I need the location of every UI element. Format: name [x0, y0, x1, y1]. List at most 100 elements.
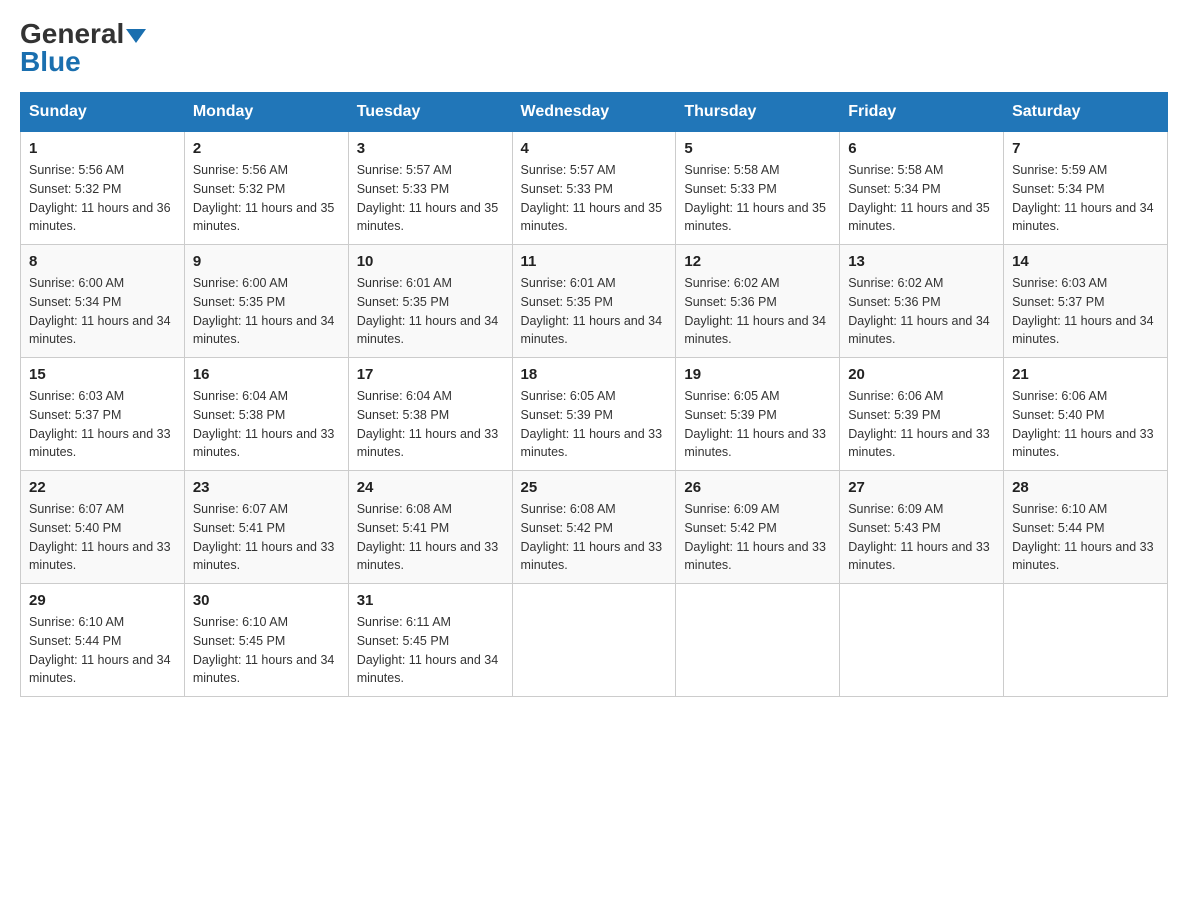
calendar-cell: 8 Sunrise: 6:00 AMSunset: 5:34 PMDaylight… [21, 245, 185, 358]
day-info: Sunrise: 5:59 AMSunset: 5:34 PMDaylight:… [1012, 163, 1154, 233]
day-info: Sunrise: 6:04 AMSunset: 5:38 PMDaylight:… [357, 389, 499, 459]
day-info: Sunrise: 6:11 AMSunset: 5:45 PMDaylight:… [357, 615, 499, 685]
calendar-table: SundayMondayTuesdayWednesdayThursdayFrid… [20, 92, 1168, 697]
calendar-cell: 20Sunrise: 6:06 AMSunset: 5:39 PMDayligh… [840, 358, 1004, 471]
day-info: Sunrise: 5:58 AMSunset: 5:34 PMDaylight:… [848, 163, 990, 233]
calendar-cell: 29 Sunrise: 6:10 AMSunset: 5:44 PMDayligh… [21, 584, 185, 697]
day-info: Sunrise: 6:06 AMSunset: 5:39 PMDaylight:… [848, 389, 990, 459]
day-number: 1 [29, 140, 176, 157]
day-number: 5 [684, 140, 831, 157]
day-info: Sunrise: 6:02 AMSunset: 5:36 PMDaylight:… [848, 276, 990, 346]
day-info: Sunrise: 6:05 AMSunset: 5:39 PMDaylight:… [684, 389, 826, 459]
day-info: Sunrise: 6:00 AMSunset: 5:34 PMDaylight:… [29, 276, 171, 346]
calendar-cell: 25 Sunrise: 6:08 AMSunset: 5:42 PMDayligh… [512, 471, 676, 584]
calendar-cell: 28 Sunrise: 6:10 AMSunset: 5:44 PMDayligh… [1004, 471, 1168, 584]
calendar-cell: 1 Sunrise: 5:56 AMSunset: 5:32 PMDaylight… [21, 132, 185, 245]
day-number: 8 [29, 253, 176, 270]
day-number: 15 [29, 366, 176, 383]
day-number: 22 [29, 479, 176, 496]
day-info: Sunrise: 6:06 AMSunset: 5:40 PMDaylight:… [1012, 389, 1154, 459]
calendar-cell: 7 Sunrise: 5:59 AMSunset: 5:34 PMDaylight… [1004, 132, 1168, 245]
day-info: Sunrise: 6:03 AMSunset: 5:37 PMDaylight:… [1012, 276, 1154, 346]
day-number: 17 [357, 366, 504, 383]
day-info: Sunrise: 5:56 AMSunset: 5:32 PMDaylight:… [193, 163, 335, 233]
calendar-cell: 10Sunrise: 6:01 AMSunset: 5:35 PMDayligh… [348, 245, 512, 358]
calendar-cell: 3Sunrise: 5:57 AMSunset: 5:33 PMDaylight… [348, 132, 512, 245]
calendar-cell: 9 Sunrise: 6:00 AMSunset: 5:35 PMDaylight… [184, 245, 348, 358]
day-info: Sunrise: 6:07 AMSunset: 5:41 PMDaylight:… [193, 502, 335, 572]
calendar-cell [1004, 584, 1168, 697]
calendar-cell: 17 Sunrise: 6:04 AMSunset: 5:38 PMDayligh… [348, 358, 512, 471]
day-number: 6 [848, 140, 995, 157]
day-info: Sunrise: 6:03 AMSunset: 5:37 PMDaylight:… [29, 389, 171, 459]
day-info: Sunrise: 6:08 AMSunset: 5:42 PMDaylight:… [521, 502, 663, 572]
day-number: 13 [848, 253, 995, 270]
day-number: 31 [357, 592, 504, 609]
day-number: 2 [193, 140, 340, 157]
calendar-cell: 12 Sunrise: 6:02 AMSunset: 5:36 PMDayligh… [676, 245, 840, 358]
day-number: 25 [521, 479, 668, 496]
day-number: 12 [684, 253, 831, 270]
calendar-cell [676, 584, 840, 697]
day-info: Sunrise: 6:10 AMSunset: 5:44 PMDaylight:… [1012, 502, 1154, 572]
day-info: Sunrise: 6:02 AMSunset: 5:36 PMDaylight:… [684, 276, 826, 346]
calendar-cell: 4Sunrise: 5:57 AMSunset: 5:33 PMDaylight… [512, 132, 676, 245]
day-info: Sunrise: 6:05 AMSunset: 5:39 PMDaylight:… [521, 389, 663, 459]
calendar-cell: 6 Sunrise: 5:58 AMSunset: 5:34 PMDaylight… [840, 132, 1004, 245]
day-info: Sunrise: 6:09 AMSunset: 5:43 PMDaylight:… [848, 502, 990, 572]
day-info: Sunrise: 5:58 AMSunset: 5:33 PMDaylight:… [684, 163, 826, 233]
calendar-week-3: 15 Sunrise: 6:03 AMSunset: 5:37 PMDayligh… [21, 358, 1168, 471]
header-saturday: Saturday [1004, 93, 1168, 132]
calendar-cell: 19 Sunrise: 6:05 AMSunset: 5:39 PMDayligh… [676, 358, 840, 471]
day-number: 18 [521, 366, 668, 383]
calendar-week-4: 22 Sunrise: 6:07 AMSunset: 5:40 PMDayligh… [21, 471, 1168, 584]
header-tuesday: Tuesday [348, 93, 512, 132]
calendar-cell: 18 Sunrise: 6:05 AMSunset: 5:39 PMDayligh… [512, 358, 676, 471]
page-header: General Blue [20, 20, 1168, 76]
logo-blue: Blue [20, 48, 81, 76]
calendar-cell [840, 584, 1004, 697]
calendar-cell: 15 Sunrise: 6:03 AMSunset: 5:37 PMDayligh… [21, 358, 185, 471]
day-number: 23 [193, 479, 340, 496]
day-info: Sunrise: 6:10 AMSunset: 5:45 PMDaylight:… [193, 615, 335, 685]
calendar-cell: 22 Sunrise: 6:07 AMSunset: 5:40 PMDayligh… [21, 471, 185, 584]
calendar-cell [512, 584, 676, 697]
day-number: 29 [29, 592, 176, 609]
day-info: Sunrise: 6:01 AMSunset: 5:35 PMDaylight:… [521, 276, 663, 346]
day-info: Sunrise: 6:09 AMSunset: 5:42 PMDaylight:… [684, 502, 826, 572]
calendar-cell: 5 Sunrise: 5:58 AMSunset: 5:33 PMDaylight… [676, 132, 840, 245]
calendar-cell: 11Sunrise: 6:01 AMSunset: 5:35 PMDayligh… [512, 245, 676, 358]
day-info: Sunrise: 6:10 AMSunset: 5:44 PMDaylight:… [29, 615, 171, 685]
day-number: 19 [684, 366, 831, 383]
day-number: 16 [193, 366, 340, 383]
header-sunday: Sunday [21, 93, 185, 132]
calendar-cell: 14 Sunrise: 6:03 AMSunset: 5:37 PMDayligh… [1004, 245, 1168, 358]
day-number: 21 [1012, 366, 1159, 383]
calendar-cell: 2 Sunrise: 5:56 AMSunset: 5:32 PMDaylight… [184, 132, 348, 245]
calendar-cell: 30 Sunrise: 6:10 AMSunset: 5:45 PMDayligh… [184, 584, 348, 697]
header-thursday: Thursday [676, 93, 840, 132]
calendar-cell: 26Sunrise: 6:09 AMSunset: 5:42 PMDayligh… [676, 471, 840, 584]
calendar-cell: 13 Sunrise: 6:02 AMSunset: 5:36 PMDayligh… [840, 245, 1004, 358]
calendar-cell: 21 Sunrise: 6:06 AMSunset: 5:40 PMDayligh… [1004, 358, 1168, 471]
day-number: 14 [1012, 253, 1159, 270]
calendar-cell: 23 Sunrise: 6:07 AMSunset: 5:41 PMDayligh… [184, 471, 348, 584]
calendar-cell: 24Sunrise: 6:08 AMSunset: 5:41 PMDayligh… [348, 471, 512, 584]
day-info: Sunrise: 6:08 AMSunset: 5:41 PMDaylight:… [357, 502, 499, 572]
day-info: Sunrise: 6:07 AMSunset: 5:40 PMDaylight:… [29, 502, 171, 572]
calendar-cell: 27 Sunrise: 6:09 AMSunset: 5:43 PMDayligh… [840, 471, 1004, 584]
day-number: 27 [848, 479, 995, 496]
day-number: 7 [1012, 140, 1159, 157]
calendar-cell: 16Sunrise: 6:04 AMSunset: 5:38 PMDayligh… [184, 358, 348, 471]
header-wednesday: Wednesday [512, 93, 676, 132]
day-number: 28 [1012, 479, 1159, 496]
day-info: Sunrise: 6:00 AMSunset: 5:35 PMDaylight:… [193, 276, 335, 346]
day-number: 9 [193, 253, 340, 270]
calendar-week-1: 1 Sunrise: 5:56 AMSunset: 5:32 PMDaylight… [21, 132, 1168, 245]
day-info: Sunrise: 5:56 AMSunset: 5:32 PMDaylight:… [29, 163, 171, 233]
day-info: Sunrise: 5:57 AMSunset: 5:33 PMDaylight:… [357, 163, 499, 233]
day-number: 4 [521, 140, 668, 157]
day-number: 30 [193, 592, 340, 609]
header-friday: Friday [840, 93, 1004, 132]
logo-general: General [20, 18, 124, 49]
